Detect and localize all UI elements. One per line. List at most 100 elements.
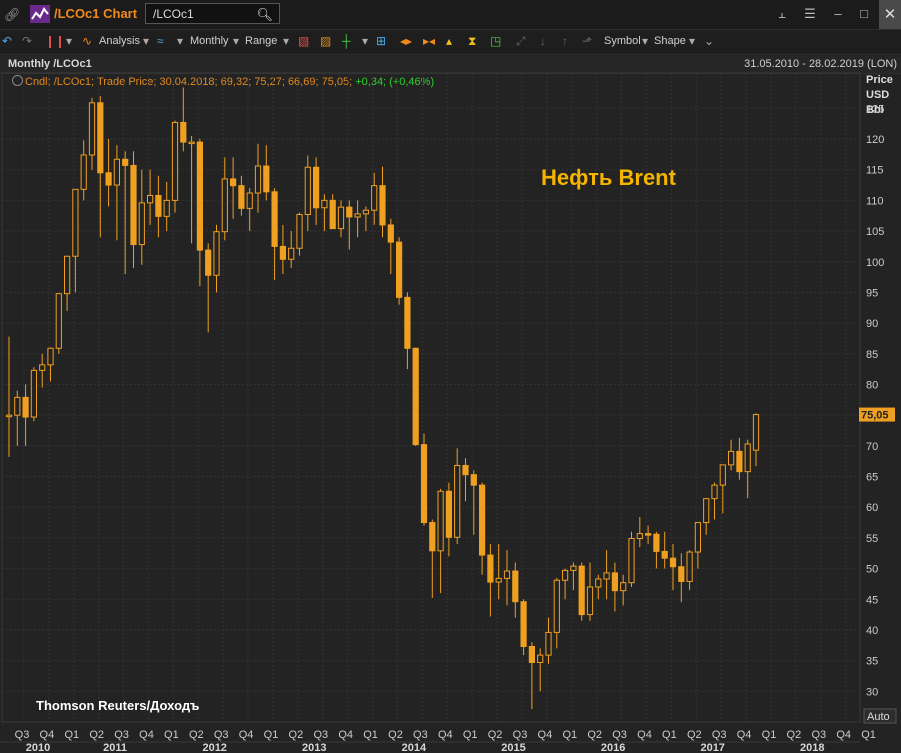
x-tick-label: Q1 [64, 729, 79, 741]
candle-body [171, 121, 179, 201]
y-tick-label: 120 [866, 134, 884, 146]
candle-body [562, 569, 569, 581]
y-tick-label: 95 [866, 287, 878, 299]
candle-body [445, 490, 452, 538]
y-tick-label: 65 [866, 472, 878, 484]
candle-body [246, 192, 253, 209]
candle-body [155, 194, 162, 217]
candle-body [636, 533, 643, 540]
candle-body [387, 224, 394, 243]
year-label: 2013 [302, 742, 326, 753]
candle-body [80, 154, 87, 190]
candle-body [105, 172, 112, 186]
x-tick-label: Q2 [89, 729, 104, 741]
candle-body [669, 557, 677, 568]
x-tick-label: Q1 [264, 729, 279, 741]
candle-body [653, 533, 660, 552]
y-tick-label: 70 [866, 441, 878, 453]
x-tick-label: Q4 [438, 729, 453, 741]
candle-body [337, 206, 345, 230]
auto-scale-label: Auto [867, 711, 890, 723]
x-tick-label: Q4 [40, 729, 55, 741]
chart-annotation-title: Нефть Brent [541, 165, 676, 190]
year-label: 2018 [800, 742, 824, 753]
candle-body [736, 450, 743, 473]
candle-body [545, 631, 552, 656]
candle-body [30, 369, 37, 418]
x-tick-label: Q2 [289, 729, 304, 741]
x-tick-label: Q4 [737, 729, 752, 741]
x-tick-label: Q1 [562, 729, 577, 741]
candle-body [55, 293, 62, 349]
last-price-label: 75,05 [861, 410, 889, 422]
y-tick-label: 55 [866, 533, 878, 545]
x-tick-label: Q3 [612, 729, 627, 741]
candle-body [537, 654, 544, 663]
candle-body [420, 444, 428, 524]
candle-body [329, 199, 336, 230]
candle-body [22, 396, 29, 418]
price-chart[interactable]: 3035404550556065707580859095100105110115… [0, 0, 901, 753]
x-tick-label: Q3 [15, 729, 30, 741]
candle-body [296, 214, 303, 249]
candle-body [744, 443, 751, 473]
candle-body [130, 164, 137, 246]
x-tick-label: Q4 [538, 729, 553, 741]
candle-body [5, 414, 13, 418]
candle-body [570, 565, 577, 571]
candle-body [611, 572, 618, 592]
candle-body [288, 247, 295, 260]
x-tick-label: Q1 [662, 729, 677, 741]
candle-body [586, 586, 594, 616]
candle-body [221, 178, 228, 233]
x-tick-label: Q3 [712, 729, 727, 741]
year-label: 2016 [601, 742, 625, 753]
y-tick-label: 125 [866, 103, 884, 115]
x-tick-label: Q3 [811, 729, 826, 741]
candle-body [263, 165, 270, 193]
candle-body [553, 579, 560, 633]
year-label: 2015 [501, 742, 525, 753]
candle-body [346, 206, 353, 218]
year-label: 2012 [202, 742, 226, 753]
candle-body [313, 166, 320, 209]
candle-body [719, 464, 726, 486]
x-tick-label: Q3 [114, 729, 129, 741]
x-tick-label: Q1 [363, 729, 378, 741]
candle-body [138, 202, 145, 246]
y-tick-label: 30 [866, 686, 878, 698]
candle-body [188, 141, 195, 145]
candle-body [379, 185, 386, 226]
y-tick-label: 60 [866, 502, 878, 514]
x-tick-label: Q3 [214, 729, 229, 741]
x-tick-label: Q2 [687, 729, 702, 741]
candle-body [271, 191, 278, 247]
x-tick-label: Q3 [413, 729, 428, 741]
y-tick-label: 100 [866, 257, 884, 269]
candle-body [362, 209, 369, 215]
candle-body [122, 158, 129, 166]
x-tick-label: Q2 [388, 729, 403, 741]
candle-body [196, 141, 204, 251]
candle-body [628, 538, 635, 584]
x-tick-label: Q4 [338, 729, 353, 741]
candle-body [354, 213, 361, 218]
candle-body [279, 245, 286, 260]
candle-body [72, 188, 79, 257]
candle-body [14, 396, 21, 416]
y-tick-label: 50 [866, 564, 878, 576]
candle-body [371, 185, 378, 211]
x-tick-label: Q1 [861, 729, 876, 741]
x-tick-label: Q1 [762, 729, 777, 741]
candle-body [304, 166, 311, 216]
candle-body [47, 347, 54, 366]
candle-body [113, 158, 121, 186]
x-tick-label: Q2 [488, 729, 503, 741]
y-tick-label: 45 [866, 594, 878, 606]
y-tick-label: 85 [866, 349, 878, 361]
candle-body [603, 572, 610, 580]
candle-body [147, 194, 154, 204]
candle-body [694, 522, 701, 553]
x-tick-label: Q4 [836, 729, 851, 741]
candle-body [238, 185, 245, 209]
